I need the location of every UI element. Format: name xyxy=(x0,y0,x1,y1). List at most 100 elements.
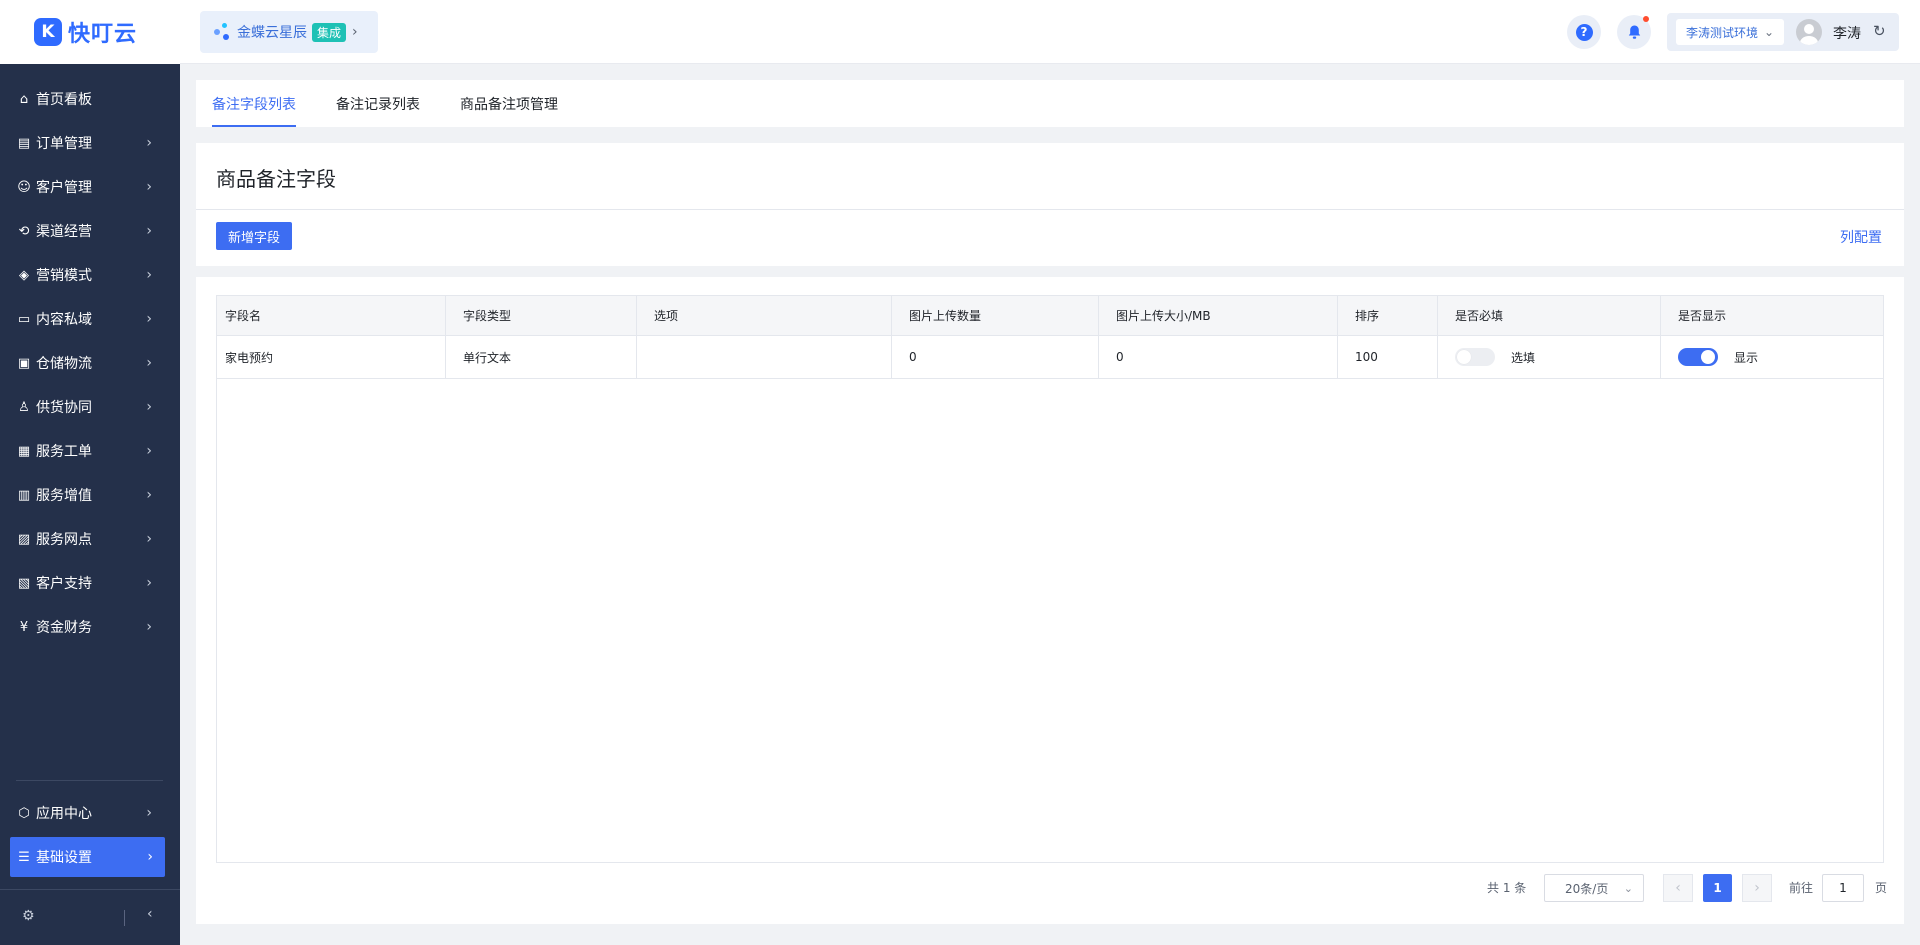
top-header: K 快叮云 金蝶云星辰 集成 › ? 李涛测试环境 ⌄ 李涛 ↻ xyxy=(0,0,1920,64)
column-config-link[interactable]: 列配置 xyxy=(1840,227,1882,247)
tab-remark-record-list[interactable]: 备注记录列表 xyxy=(336,80,420,127)
bag-icon: ▥ xyxy=(17,487,31,503)
sidebar-item-channels[interactable]: ⟲ 渠道经营 › xyxy=(0,211,180,251)
next-page-button[interactable]: › xyxy=(1742,874,1772,902)
prev-page-button[interactable]: ‹ xyxy=(1663,874,1693,902)
toggle-knob xyxy=(1701,350,1715,364)
required-toggle[interactable] xyxy=(1455,348,1495,366)
chevron-right-icon: › xyxy=(146,223,152,239)
sidebar: ⌂ 首页看板 ▤ 订单管理 › ☺ 客户管理 › ⟲ 渠道经营 › ◈ 营销模式… xyxy=(0,64,180,945)
table-header: 字段名 字段类型 选项 图片上传数量 图片上传大小/MB 排序 是否必填 是否显… xyxy=(217,296,1883,336)
collapse-sidebar-icon[interactable]: ‹ xyxy=(147,906,153,922)
chevron-right-icon: › xyxy=(146,179,152,195)
required-label: 选填 xyxy=(1511,350,1536,365)
environment-value: 李涛测试环境 xyxy=(1686,25,1759,40)
notification-dot xyxy=(1643,16,1649,22)
brand-logo[interactable]: K 快叮云 xyxy=(0,0,180,64)
clipboard-icon: ▤ xyxy=(17,135,31,151)
visible-toggle[interactable] xyxy=(1678,348,1718,366)
chevron-right-icon: › xyxy=(146,135,152,151)
sidebar-item-dashboard[interactable]: ⌂ 首页看板 xyxy=(0,79,180,119)
cell-image-count: 0 xyxy=(892,336,1099,378)
help-icon: ? xyxy=(1575,23,1593,41)
sidebar-divider xyxy=(16,780,163,781)
refresh-icon[interactable]: ↻ xyxy=(1873,22,1886,40)
chevron-right-icon: › xyxy=(146,311,152,327)
sidebar-item-service-tickets[interactable]: ▦ 服务工单 › xyxy=(0,431,180,471)
logo-icon: K xyxy=(34,18,62,46)
chevron-right-icon: › xyxy=(146,487,152,503)
sidebar-item-label: 客户支持 xyxy=(36,576,92,592)
col-header-field-type[interactable]: 字段类型 xyxy=(446,296,637,335)
sidebar-item-orders[interactable]: ▤ 订单管理 › xyxy=(0,123,180,163)
col-header-visible[interactable]: 是否显示 xyxy=(1661,296,1883,335)
page-size-select[interactable]: 20条/页 ⌄ xyxy=(1544,874,1644,902)
col-header-image-size[interactable]: 图片上传大小/MB xyxy=(1099,296,1338,335)
sidebar-item-warehouse[interactable]: ▣ 仓储物流 › xyxy=(0,343,180,383)
sidebar-item-label: 资金财务 xyxy=(36,620,92,636)
yuan-icon: ¥ xyxy=(19,619,29,635)
sidebar-item-content[interactable]: ▭ 内容私域 › xyxy=(0,299,180,339)
chevron-right-icon: › xyxy=(146,355,152,371)
pagination-total: 共 1 条 xyxy=(1487,881,1527,895)
app-name: 金蝶云星辰 xyxy=(237,25,307,41)
cell-sort: 100 xyxy=(1338,336,1438,378)
home-icon: ⌂ xyxy=(19,91,29,107)
sidebar-item-marketing[interactable]: ◈ 营销模式 › xyxy=(0,255,180,295)
help-button[interactable]: ? xyxy=(1567,15,1601,49)
sidebar-item-label: 营销模式 xyxy=(36,268,92,284)
sidebar-item-label: 服务工单 xyxy=(36,444,92,460)
sidebar-item-value-added[interactable]: ▥ 服务增值 › xyxy=(0,475,180,515)
ticket-icon: ▦ xyxy=(17,443,31,459)
chevron-right-icon: › xyxy=(146,805,152,821)
sidebar-item-label: 内容私域 xyxy=(36,312,92,328)
app-switcher[interactable]: 金蝶云星辰 集成 › xyxy=(200,11,378,53)
chevron-right-icon: › xyxy=(146,575,152,591)
support-icon: ▧ xyxy=(17,575,31,591)
sidebar-item-customers[interactable]: ☺ 客户管理 › xyxy=(0,167,180,207)
tab-remark-field-list[interactable]: 备注字段列表 xyxy=(212,80,296,127)
goto-page-input[interactable] xyxy=(1822,874,1864,902)
data-table: 字段名 字段类型 选项 图片上传数量 图片上传大小/MB 排序 是否必填 是否显… xyxy=(216,295,1884,863)
warehouse-icon: ▣ xyxy=(17,355,31,371)
user-icon: ☺ xyxy=(17,179,31,195)
sidebar-item-basic-settings[interactable]: ☰ 基础设置 › xyxy=(10,837,165,877)
chevron-right-icon: › xyxy=(146,267,152,283)
sidebar-item-service-points[interactable]: ▨ 服务网点 › xyxy=(0,519,180,559)
sidebar-item-support[interactable]: ▧ 客户支持 › xyxy=(0,563,180,603)
col-header-required[interactable]: 是否必填 xyxy=(1438,296,1661,335)
notification-button[interactable] xyxy=(1617,15,1651,49)
avatar[interactable] xyxy=(1796,19,1822,45)
tab-bar: 备注字段列表 备注记录列表 商品备注项管理 xyxy=(196,80,1904,127)
col-header-image-count[interactable]: 图片上传数量 xyxy=(892,296,1099,335)
col-header-options[interactable]: 选项 xyxy=(637,296,892,335)
sidebar-item-label: 服务网点 xyxy=(36,532,92,548)
sidebar-footer: ⚙ ‹ xyxy=(0,889,180,945)
col-header-field-name[interactable]: 字段名 xyxy=(217,296,446,335)
cell-required: 选填 xyxy=(1438,336,1661,378)
sidebar-item-label: 基础设置 xyxy=(36,850,92,866)
chevron-down-icon: ⌄ xyxy=(1623,881,1633,895)
gear-icon[interactable]: ⚙ xyxy=(22,908,35,924)
integration-badge: 集成 xyxy=(312,22,347,42)
sidebar-item-label: 服务增值 xyxy=(36,488,92,504)
tab-product-remark-items[interactable]: 商品备注项管理 xyxy=(460,80,558,127)
settings-list-icon: ☰ xyxy=(18,849,30,865)
toggle-knob xyxy=(1457,350,1471,364)
title-divider xyxy=(196,209,1904,210)
page-number-current[interactable]: 1 xyxy=(1703,874,1732,902)
sidebar-item-supply[interactable]: ♙ 供货协同 › xyxy=(0,387,180,427)
environment-select[interactable]: 李涛测试环境 ⌄ xyxy=(1676,19,1785,45)
store-icon: ▨ xyxy=(17,531,31,547)
user-name[interactable]: 李涛 xyxy=(1833,23,1861,43)
sidebar-item-app-center[interactable]: ⬡ 应用中心 › xyxy=(0,793,180,833)
cell-field-type: 单行文本 xyxy=(446,336,637,378)
table-row[interactable]: 家电预约 单行文本 0 0 100 选填 显示 xyxy=(217,336,1883,379)
sidebar-item-label: 供货协同 xyxy=(36,400,92,416)
chevron-down-icon: ⌄ xyxy=(1764,25,1775,39)
col-header-sort[interactable]: 排序 xyxy=(1338,296,1438,335)
add-field-button[interactable]: 新增字段 xyxy=(216,222,292,250)
chevron-right-icon: › xyxy=(146,399,152,415)
sidebar-item-label: 应用中心 xyxy=(36,806,92,822)
sidebar-item-finance[interactable]: ¥ 资金财务 › xyxy=(0,607,180,647)
